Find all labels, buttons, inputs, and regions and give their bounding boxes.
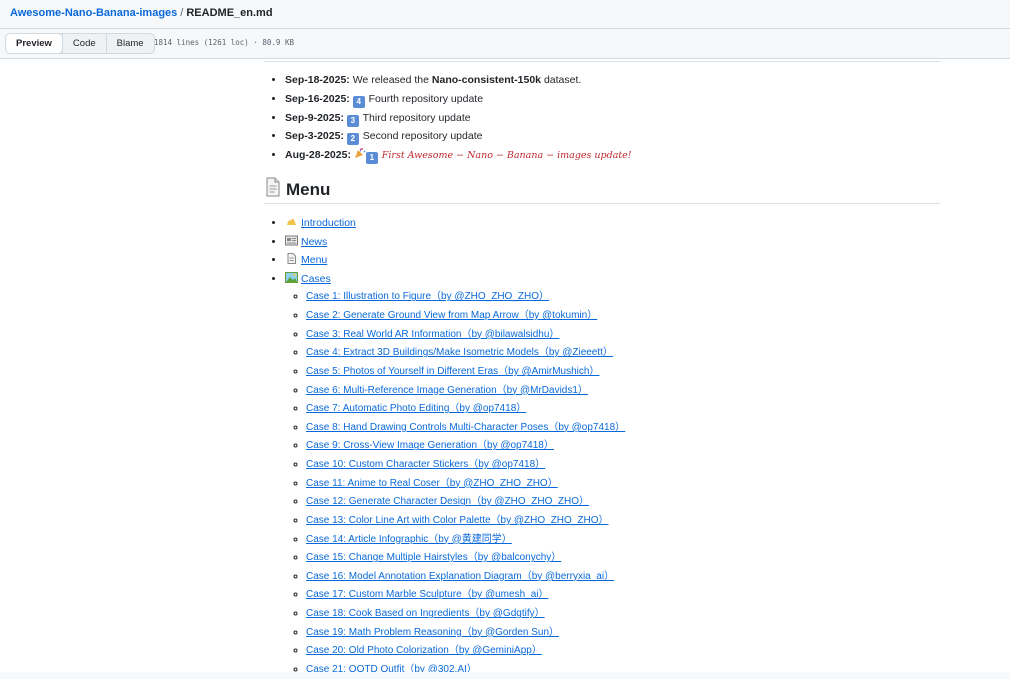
list-item: Case 16: Model Annotation Explanation Di… <box>306 568 625 587</box>
menu-link-introduction[interactable]: Introduction <box>301 217 356 229</box>
case-link[interactable]: Case 12: Generate Character Design（by @Z… <box>306 496 589 507</box>
case-link[interactable]: Case 16: Model Annotation Explanation Di… <box>306 571 614 582</box>
news-date: Sep-9-2025: <box>285 111 344 124</box>
news-date: Sep-18-2025: <box>285 74 350 86</box>
news-item: Sep-9-2025: 3 Third repository update <box>285 109 632 128</box>
readme-content: Sep-18-2025: We released the Nano-consis… <box>264 59 940 679</box>
picture-icon <box>285 271 298 283</box>
newspaper-icon <box>285 234 298 246</box>
keycap-number-icon: 1 <box>365 152 378 165</box>
list-item: Case 1: Illustration to Figure（by @ZHO_Z… <box>306 288 625 307</box>
news-item: Sep-16-2025: 4 Fourth repository update <box>285 90 632 109</box>
case-link[interactable]: Case 19: Math Problem Reasoning（by @Gord… <box>306 627 559 638</box>
keycap-number-icon: 4 <box>352 95 365 108</box>
wave-icon <box>285 215 298 226</box>
case-link[interactable]: Case 7: Automatic Photo Editing（by @op74… <box>306 403 526 414</box>
party-popper-icon <box>354 147 366 167</box>
case-link[interactable]: Case 5: Photos of Yourself in Different … <box>306 366 599 377</box>
list-item: Case 17: Custom Marble Sculpture（by @ume… <box>306 586 625 605</box>
menu-list: Introduction News Menu Cases Case 1: Ill… <box>264 214 625 680</box>
menu-heading-text: Menu <box>286 180 331 199</box>
menu-link-news[interactable]: News <box>301 236 327 248</box>
file-toolbar: Preview Code Blame 1814 lines (1261 loc)… <box>0 29 1010 59</box>
divider <box>264 61 940 62</box>
menu-link-menu[interactable]: Menu <box>301 254 327 266</box>
news-date: Sep-16-2025: <box>285 92 350 105</box>
list-item: Case 15: Change Multiple Hairstyles（by @… <box>306 549 625 568</box>
news-text: Third repository update <box>362 111 471 124</box>
case-link[interactable]: Case 17: Custom Marble Sculpture（by @ume… <box>306 589 548 600</box>
list-item: Case 9: Cross-View Image Generation（by @… <box>306 437 625 456</box>
cases-list: Case 1: Illustration to Figure（by @ZHO_Z… <box>285 288 625 679</box>
list-item: Case 5: Photos of Yourself in Different … <box>306 363 625 382</box>
case-link[interactable]: Case 10: Custom Character Stickers（by @o… <box>306 459 545 470</box>
case-link[interactable]: Case 11: Anime to Real Coser（by @ZHO_ZHO… <box>306 478 558 489</box>
list-item: Case 20: Old Photo Colorization（by @Gemi… <box>306 642 625 661</box>
list-item: Case 18: Cook Based on Ingredients（by @G… <box>306 605 625 624</box>
menu-item-introduction: Introduction <box>285 214 625 233</box>
menu-heading: Menu <box>264 177 940 204</box>
file-info: 1814 lines (1261 loc) · 80.9 KB <box>154 38 294 47</box>
menu-item-cases: Cases Case 1: Illustration to Figure（by … <box>285 270 625 680</box>
list-item: Case 4: Extract 3D Buildings/Make Isomet… <box>306 344 625 363</box>
tab-preview[interactable]: Preview <box>6 34 62 53</box>
dataset-name: Nano-consistent-150k <box>431 74 542 86</box>
case-link[interactable]: Case 18: Cook Based on Ingredients（by @G… <box>306 608 545 619</box>
tab-blame[interactable]: Blame <box>105 34 154 53</box>
news-text: We released the <box>349 74 432 86</box>
menu-item-menu: Menu <box>285 251 625 270</box>
list-item: Case 8: Hand Drawing Controls Multi-Char… <box>306 419 625 438</box>
list-item: Case 14: Article Infographic（by @黄建同学） <box>306 531 625 550</box>
list-item: Case 10: Custom Character Stickers（by @o… <box>306 456 625 475</box>
list-item: Case 13: Color Line Art with Color Palet… <box>306 512 625 531</box>
keycap-number-icon: 2 <box>346 133 359 146</box>
list-item: Case 2: Generate Ground View from Map Ar… <box>306 307 625 326</box>
case-link[interactable]: Case 8: Hand Drawing Controls Multi-Char… <box>306 422 625 433</box>
news-text: Fourth repository update <box>368 92 484 105</box>
case-link[interactable]: Case 9: Cross-View Image Generation（by @… <box>306 440 554 451</box>
case-link[interactable]: Case 1: Illustration to Figure（by @ZHO_Z… <box>306 291 549 302</box>
document-icon <box>285 252 298 265</box>
list-item: Case 12: Generate Character Design（by @Z… <box>306 493 625 512</box>
document-icon <box>264 177 282 202</box>
list-item: Case 6: Multi-Reference Image Generation… <box>306 382 625 401</box>
news-text-red: First Awesome − Nano − Banana − images u… <box>381 150 632 162</box>
menu-link-cases[interactable]: Cases <box>301 273 331 285</box>
view-mode-toggle: Preview Code Blame <box>5 33 155 54</box>
case-link[interactable]: Case 15: Change Multiple Hairstyles（by @… <box>306 552 561 563</box>
news-list: Sep-18-2025: We released the Nano-consis… <box>264 71 632 165</box>
news-date: Sep-3-2025: <box>285 130 344 143</box>
case-link[interactable]: Case 4: Extract 3D Buildings/Make Isomet… <box>306 347 613 358</box>
case-link[interactable]: Case 20: Old Photo Colorization（by @Gemi… <box>306 645 542 656</box>
news-item: Sep-18-2025: We released the Nano-consis… <box>285 71 632 90</box>
file-header: Awesome-Nano-Banana-images / README_en.md <box>0 0 1010 29</box>
list-item: Case 19: Math Problem Reasoning（by @Gord… <box>306 624 625 643</box>
case-link[interactable]: Case 14: Article Infographic（by @黄建同学） <box>306 534 512 545</box>
breadcrumb: Awesome-Nano-Banana-images / README_en.md <box>10 7 273 19</box>
breadcrumb-separator: / <box>180 7 184 19</box>
breadcrumb-file-name: README_en.md <box>186 7 273 19</box>
news-text: Second repository update <box>362 130 483 143</box>
news-text: dataset. <box>541 74 582 86</box>
case-link[interactable]: Case 2: Generate Ground View from Map Ar… <box>306 310 597 321</box>
keycap-number-icon: 3 <box>346 114 359 127</box>
breadcrumb-repo-link[interactable]: Awesome-Nano-Banana-images <box>10 7 177 19</box>
news-date: Aug-28-2025: <box>285 149 351 162</box>
menu-item-news: News <box>285 233 625 252</box>
news-item: Sep-3-2025: 2 Second repository update <box>285 127 632 146</box>
case-link[interactable]: Case 6: Multi-Reference Image Generation… <box>306 385 588 396</box>
case-link[interactable]: Case 3: Real World AR Information（by @bi… <box>306 329 559 340</box>
list-item: Case 3: Real World AR Information（by @bi… <box>306 326 625 345</box>
page-bottom-edge <box>0 672 1010 679</box>
list-item: Case 7: Automatic Photo Editing（by @op74… <box>306 400 625 419</box>
case-link[interactable]: Case 13: Color Line Art with Color Palet… <box>306 515 608 526</box>
tab-code[interactable]: Code <box>61 34 106 53</box>
news-item: Aug-28-2025: 1 First Awesome − Nano − Ba… <box>285 146 632 165</box>
list-item: Case 11: Anime to Real Coser（by @ZHO_ZHO… <box>306 475 625 494</box>
